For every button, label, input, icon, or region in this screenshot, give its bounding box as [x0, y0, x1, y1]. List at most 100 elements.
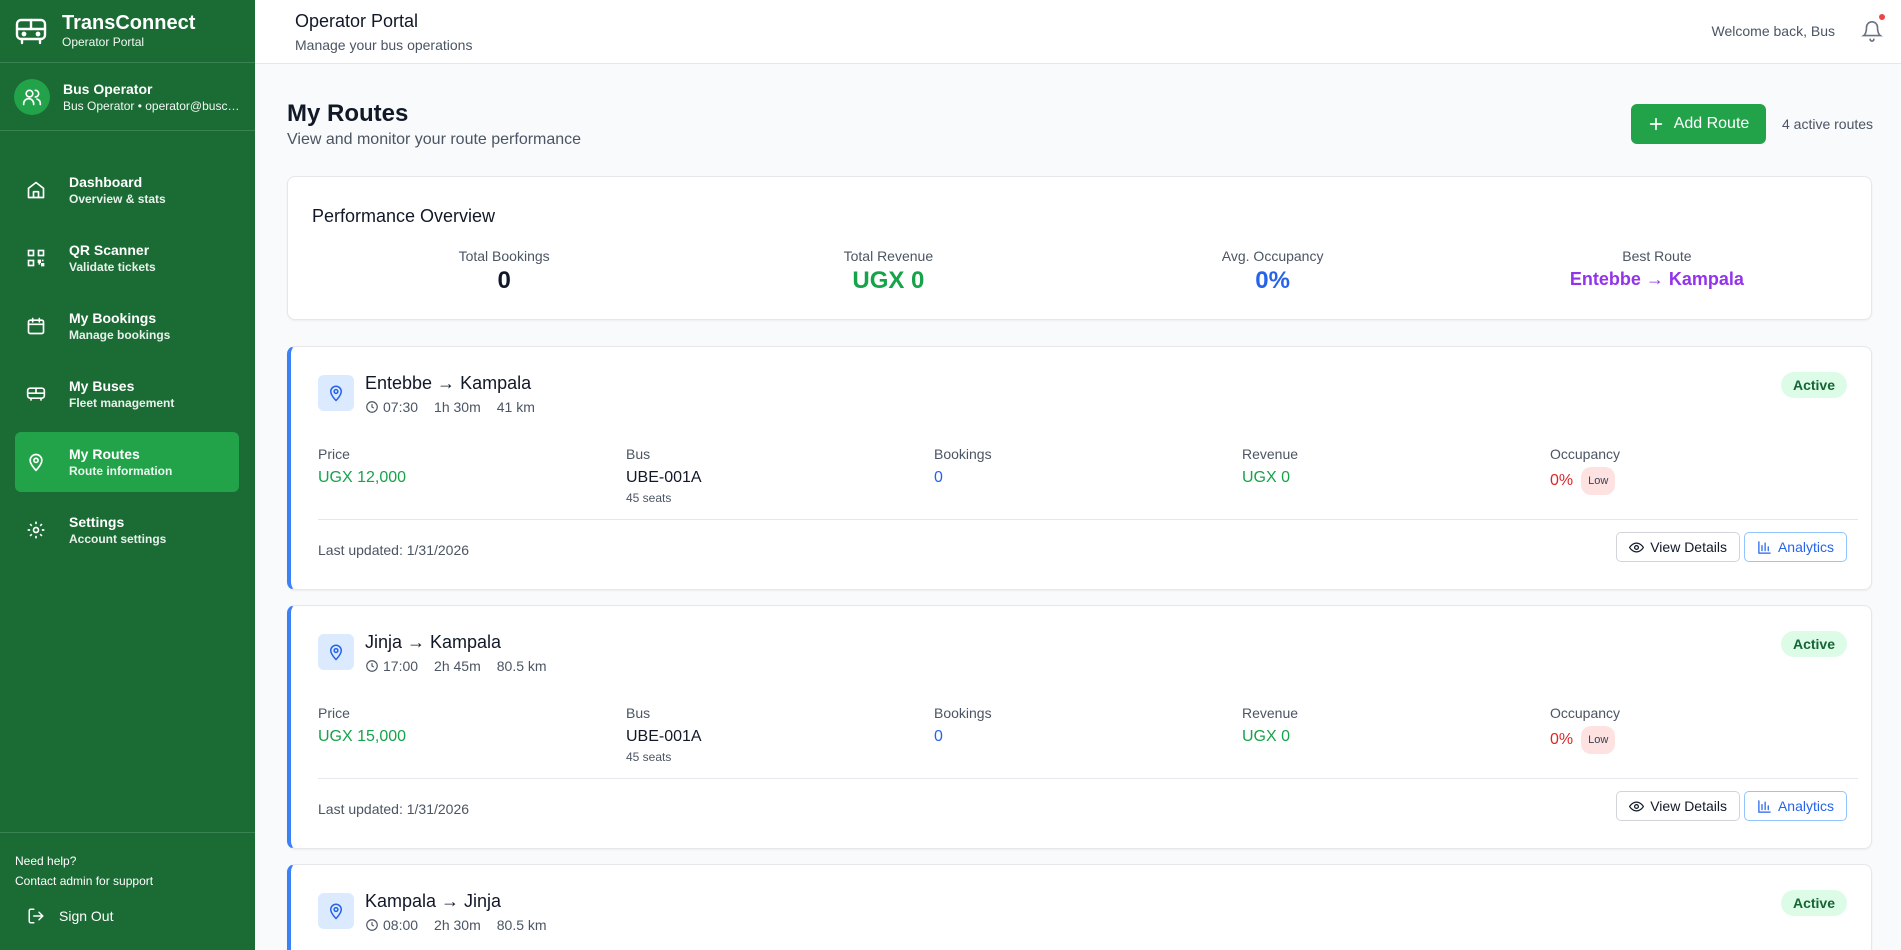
view-details-label: View Details — [1650, 539, 1727, 555]
occupancy-badge: Low — [1581, 467, 1616, 495]
sidebar-item-settings[interactable]: Settings Account settings — [15, 500, 239, 560]
stat-label: Revenue — [1242, 705, 1299, 721]
user-name: Bus Operator — [63, 80, 153, 97]
stat-value: Entebbe → Kampala — [1569, 269, 1744, 289]
nav-label: My Routes — [69, 446, 140, 462]
sidebar-item-qr-scanner[interactable]: QR Scanner Validate tickets — [15, 228, 239, 288]
add-route-button[interactable]: Add Route — [1631, 104, 1766, 144]
stat-total-bookings: Total Bookings 0 — [312, 247, 696, 297]
stat-value-wrap: 0% Low — [1550, 726, 1858, 754]
stat-avg-occupancy: Avg. Occupancy 0% — [1081, 247, 1465, 297]
header-subtitle: Manage your bus operations — [295, 37, 473, 53]
route-meta: 08:00 2h 30m 80.5 km — [365, 917, 563, 933]
nav-label: My Buses — [69, 378, 135, 394]
route-time: 07:30 — [383, 399, 419, 415]
route-card: Entebbe → Kampala 07:30 1h 30m 41 km Act… — [287, 346, 1872, 590]
page-title: My Routes — [287, 100, 409, 127]
stat-label: Total Revenue — [843, 248, 934, 264]
divider — [318, 519, 1858, 520]
page-subtitle: View and monitor your route performance — [287, 131, 582, 148]
stat-bookings: Bookings 0 — [934, 704, 1242, 764]
sidebar-item-my-bookings[interactable]: My Bookings Manage bookings — [15, 296, 239, 356]
status-badge: Active — [1780, 631, 1847, 657]
stat-value: UGX 0 — [1242, 728, 1291, 745]
eye-icon — [1629, 541, 1645, 553]
stat-price: Price UGX 15,000 — [318, 704, 626, 764]
stat-value: 0 — [934, 728, 943, 745]
bar-chart-icon — [1758, 540, 1771, 554]
gear-icon — [25, 519, 47, 541]
sidebar: TransConnect Operator Portal Bus Operato… — [0, 0, 255, 950]
nav-label: My Bookings — [69, 310, 157, 326]
stat-revenue: Revenue UGX 0 — [1242, 704, 1550, 764]
last-updated: Last updated: 1/31/2026 — [318, 801, 470, 817]
stat-value: UGX 0 — [1242, 469, 1291, 486]
nav-label: QR Scanner — [69, 242, 150, 258]
stat-revenue: Revenue UGX 0 — [1242, 445, 1550, 505]
sidebar-item-my-routes[interactable]: My Routes Route information — [15, 432, 239, 492]
route-duration: 2h 45m — [434, 658, 481, 674]
stat-bus: Bus UBE-001A 45 seats — [626, 445, 934, 505]
stat-label: Bookings — [934, 705, 992, 721]
sidebar-item-my-buses[interactable]: My Buses Fleet management — [15, 364, 239, 424]
add-route-label: Add Route — [1673, 115, 1750, 132]
stat-value: 0 — [497, 267, 511, 294]
bus-logo-icon — [15, 18, 47, 45]
route-card: Jinja → Kampala 17:00 2h 45m 80.5 km Act… — [287, 605, 1872, 849]
route-name: Jinja → Kampala — [365, 632, 502, 652]
view-details-button[interactable]: View Details — [1616, 532, 1740, 562]
occupancy-badge: Low — [1581, 726, 1616, 754]
user-profile[interactable]: Bus Operator Bus Operator • operator@bus… — [0, 63, 255, 131]
clock-icon — [366, 401, 378, 413]
user-meta: Bus Operator • operator@buscompany.com — [63, 98, 243, 113]
notification-dot — [1879, 14, 1885, 20]
route-distance: 41 km — [496, 399, 535, 415]
nav-sub: Validate tickets — [69, 260, 156, 274]
stat-value: UGX 12,000 — [318, 469, 407, 486]
nav-sub: Manage bookings — [69, 328, 171, 342]
route-meta: 17:00 2h 45m 80.5 km — [365, 658, 563, 674]
view-details-button[interactable]: View Details — [1616, 791, 1740, 821]
performance-title: Performance Overview — [312, 206, 496, 226]
stat-label: Avg. Occupancy — [1221, 248, 1324, 264]
route-stats: Price UGX 15,000 Bus UBE-001A 45 seats B… — [318, 704, 1858, 764]
stat-price: Price UGX 12,000 — [318, 445, 626, 505]
top-header: Operator Portal Manage your bus operatio… — [255, 0, 1901, 64]
analytics-label: Analytics — [1777, 539, 1834, 555]
route-duration: 1h 30m — [434, 399, 481, 415]
stat-label: Total Bookings — [458, 248, 550, 264]
sidebar-item-dashboard[interactable]: Dashboard Overview & stats — [15, 160, 239, 220]
stat-value: UBE-001A — [626, 728, 702, 745]
brand-title: TransConnect — [62, 12, 196, 34]
stat-label: Price — [318, 446, 350, 462]
help-subtitle: Contact admin for support — [15, 874, 154, 888]
route-time: 17:00 — [383, 658, 419, 674]
eye-icon — [1629, 800, 1645, 812]
active-routes-count: 4 active routes — [1782, 116, 1874, 132]
analytics-button[interactable]: Analytics — [1743, 791, 1847, 821]
route-distance: 80.5 km — [496, 917, 547, 933]
bus-icon — [25, 383, 47, 405]
bell-icon[interactable] — [1861, 20, 1883, 42]
bar-chart-icon — [1758, 799, 1771, 813]
stat-value: 0% — [1550, 472, 1574, 489]
last-updated: Last updated: 1/31/2026 — [318, 542, 470, 558]
performance-overview-card: Performance Overview Total Bookings 0 To… — [287, 176, 1872, 320]
help-title: Need help? — [15, 854, 77, 868]
view-details-label: View Details — [1650, 798, 1727, 814]
route-name: Kampala → Jinja — [365, 891, 502, 911]
clock-icon — [366, 919, 378, 931]
stat-value: UGX 15,000 — [318, 728, 407, 745]
route-icon — [318, 375, 354, 411]
stat-label: Best Route — [1622, 248, 1692, 264]
stat-value: 0% — [1255, 267, 1290, 294]
plus-icon — [1649, 117, 1662, 131]
sign-out-label: Sign Out — [59, 908, 114, 924]
brand[interactable]: TransConnect Operator Portal — [0, 0, 255, 63]
analytics-button[interactable]: Analytics — [1743, 532, 1847, 562]
status-badge: Active — [1780, 372, 1847, 398]
welcome-text: Welcome back, Bus — [1711, 23, 1835, 39]
route-meta: 07:30 1h 30m 41 km — [365, 399, 551, 415]
sign-out-button[interactable]: Sign Out — [27, 907, 255, 925]
route-duration: 2h 30m — [434, 917, 481, 933]
